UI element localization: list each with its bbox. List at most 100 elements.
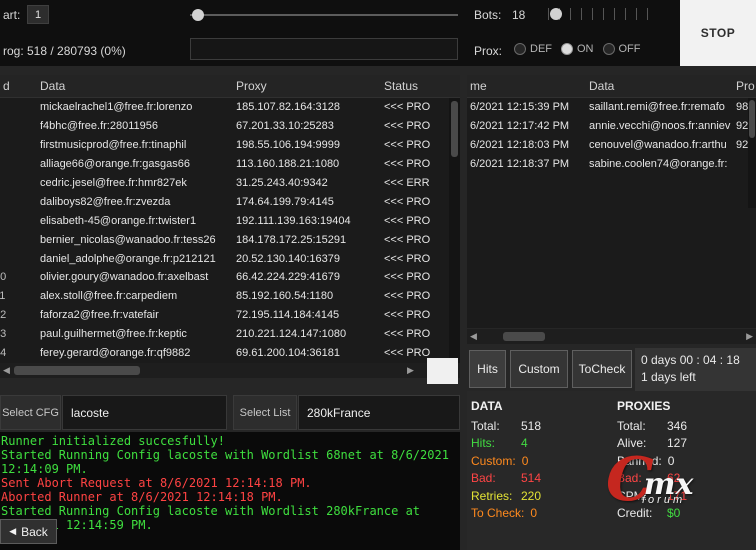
scrollbar-thumb[interactable]	[451, 101, 458, 157]
row-data: daniel_adolphe@orange.fr:p212121	[38, 253, 236, 265]
results-table-row[interactable]: 4 alliage66@orange.fr:gasgas66 113.160.1…	[0, 155, 460, 174]
column-header-id[interactable]: d	[0, 79, 38, 93]
row-id: 14	[0, 347, 38, 359]
bots-slider-thumb[interactable]	[550, 8, 562, 20]
log-line: Sent Abort Request at 8/6/2021 12:14:18 …	[1, 476, 460, 490]
column-header-data[interactable]: Data	[589, 79, 736, 93]
row-id: 4	[0, 158, 38, 170]
row-time: 6/2021 12:15:39 PM	[467, 101, 589, 113]
stat-line: To Check: 0	[471, 505, 541, 523]
row-data: ferey.gerard@orange.fr:qf9882	[38, 347, 236, 359]
column-header-proxy[interactable]: Pro	[736, 79, 756, 93]
stop-button[interactable]: STOP	[680, 0, 756, 66]
hits-vertical-scrollbar[interactable]	[748, 98, 756, 208]
results-table-row[interactable]: 13 paul.guilhermet@free.fr:keptic 210.22…	[0, 325, 460, 344]
row-data: f4bhc@free.fr:28011956	[38, 120, 236, 132]
row-proxy: 67.201.33.10:25283	[236, 120, 384, 132]
proxy-mode-def[interactable]: DEF	[514, 43, 552, 55]
start-value-box[interactable]: 1	[27, 5, 49, 24]
bots-value: 18	[512, 8, 525, 22]
results-table-row[interactable]: 2 f4bhc@free.fr:28011956 67.201.33.10:25…	[0, 117, 460, 136]
results-table-row[interactable]: 3 firstmusicprod@free.fr:tinaphil 198.55…	[0, 136, 460, 155]
row-proxy: 174.64.199.79:4145	[236, 196, 384, 208]
scroll-left-icon[interactable]: ◀	[470, 330, 477, 343]
tab-tocheck[interactable]: ToCheck	[572, 350, 632, 388]
row-data: annie.vecchi@noos.fr:anniev	[589, 120, 736, 132]
column-header-time[interactable]: me	[467, 79, 589, 93]
hits-horizontal-scrollbar[interactable]: ◀ ▶	[467, 329, 756, 344]
scrollbar-thumb[interactable]	[749, 100, 755, 138]
results-table-row[interactable]: 14 ferey.gerard@orange.fr:qf9882 69.61.2…	[0, 344, 460, 363]
scrollbar-thumb[interactable]	[503, 332, 545, 341]
radio-label: DEF	[530, 43, 552, 55]
results-vertical-scrollbar[interactable]	[449, 98, 460, 363]
column-header-proxy[interactable]: Proxy	[236, 79, 384, 93]
results-table-row[interactable]: 1 mickaelrachel1@free.fr:lorenzo 185.107…	[0, 98, 460, 117]
scrollbar-thumb[interactable]	[14, 366, 140, 375]
results-table-row[interactable]: 5 cedric.jesel@free.fr:hmr827ek 31.25.24…	[0, 174, 460, 193]
results-table-row[interactable]: 9 daniel_adolphe@orange.fr:p212121 20.52…	[0, 249, 460, 268]
column-header-status[interactable]: Status	[384, 79, 460, 93]
bots-slider-ticks	[548, 8, 652, 20]
select-cfg-button[interactable]: Select CFG	[0, 395, 61, 430]
scroll-right-icon[interactable]: ▶	[746, 330, 753, 343]
row-proxy: 31.25.243.40:9342	[236, 177, 384, 189]
radio-icon	[603, 43, 615, 55]
stat-value: 0	[522, 454, 529, 468]
log-line: Started Running Config lacoste with Word…	[1, 504, 460, 532]
start-slider-thumb[interactable]	[192, 9, 204, 21]
tab-hits[interactable]: Hits	[469, 350, 506, 388]
results-table-body: 1 mickaelrachel1@free.fr:lorenzo 185.107…	[0, 98, 460, 362]
stat-value: 0	[530, 506, 537, 520]
row-id: 7	[0, 215, 38, 227]
proxy-mode-off[interactable]: OFF	[603, 43, 641, 55]
start-label: art:	[3, 8, 20, 22]
wordlist-input[interactable]: 280kFrance	[298, 395, 460, 430]
stat-label: Hits:	[471, 436, 521, 450]
radio-label: OFF	[619, 43, 641, 55]
log-line: Runner initialized succesfully!	[1, 434, 460, 448]
results-table: d Data Proxy Status 1 mickaelrachel1@fre…	[0, 75, 460, 363]
row-data: mickaelrachel1@free.fr:lorenzo	[38, 101, 236, 113]
back-button[interactable]: ◀ Back	[0, 519, 57, 544]
row-proxy: 210.221.124.147:1080	[236, 328, 384, 340]
cfg-input[interactable]: lacoste	[62, 395, 227, 430]
results-table-row[interactable]: 11 alex.stoll@free.fr:carpediem 85.192.1…	[0, 287, 460, 306]
tab-custom[interactable]: Custom	[510, 350, 568, 388]
stat-label: Retries:	[471, 489, 521, 503]
scroll-left-icon[interactable]: ◀	[3, 364, 10, 377]
scroll-right-icon[interactable]: ▶	[407, 364, 414, 377]
proxy-stats-title: PROXIES	[617, 399, 670, 413]
results-table-row[interactable]: 6 daliboys82@free.fr:zvezda 174.64.199.7…	[0, 192, 460, 211]
stat-line: Bad: 514	[471, 470, 541, 488]
results-table-row[interactable]: 7 elisabeth-45@orange.fr:twister1 192.11…	[0, 211, 460, 230]
row-data: elisabeth-45@orange.fr:twister1	[38, 215, 236, 227]
results-table-row[interactable]: 10 olivier.goury@wanadoo.fr:axelbast 66.…	[0, 268, 460, 287]
results-table-row[interactable]: 8 bernier_nicolas@wanadoo.fr:tess26 184.…	[0, 230, 460, 249]
timer-elapsed: 0 days 00 : 04 : 18	[641, 352, 750, 369]
hits-table-row[interactable]: 6/2021 12:18:03 PM cenouvel@wanadoo.fr:a…	[467, 136, 756, 155]
back-arrow-icon: ◀	[9, 527, 16, 536]
proxy-mode-on[interactable]: ON	[561, 43, 594, 55]
hits-table-row[interactable]: 6/2021 12:17:42 PM annie.vecchi@noos.fr:…	[467, 117, 756, 136]
column-header-data[interactable]: Data	[38, 79, 236, 93]
row-proxy: 85.192.160.54:1180	[236, 290, 384, 302]
results-horizontal-scrollbar[interactable]: ◀ ▶	[0, 363, 460, 378]
hits-table-row[interactable]: 6/2021 12:18:37 PM sabine.coolen74@orang…	[467, 155, 756, 174]
stat-value: 127	[667, 436, 687, 450]
select-list-button[interactable]: Select List	[233, 395, 297, 430]
radio-icon	[514, 43, 526, 55]
row-proxy: 20.52.130.140:16379	[236, 253, 384, 265]
runner-window: art: 1 Bots: 18 rog: 518 / 280793 (0%) P…	[0, 0, 756, 550]
results-table-row[interactable]: 12 faforza2@free.fr:vatefair 72.195.114.…	[0, 306, 460, 325]
row-data: alex.stoll@free.fr:carpediem	[38, 290, 236, 302]
proxy-mode-group: DEF ON OFF	[514, 43, 650, 55]
row-proxy: 69.61.200.104:36181	[236, 347, 384, 359]
row-proxy: 198.55.106.194:9999	[236, 139, 384, 151]
hits-table-row[interactable]: 6/2021 12:15:39 PM saillant.remi@free.fr…	[467, 98, 756, 117]
row-id: 12	[0, 309, 38, 321]
row-id: 2	[0, 120, 38, 132]
row-id: 8	[0, 234, 38, 246]
row-id: 1	[0, 101, 38, 113]
timer-box: 0 days 00 : 04 : 18 1 days left	[635, 348, 756, 391]
